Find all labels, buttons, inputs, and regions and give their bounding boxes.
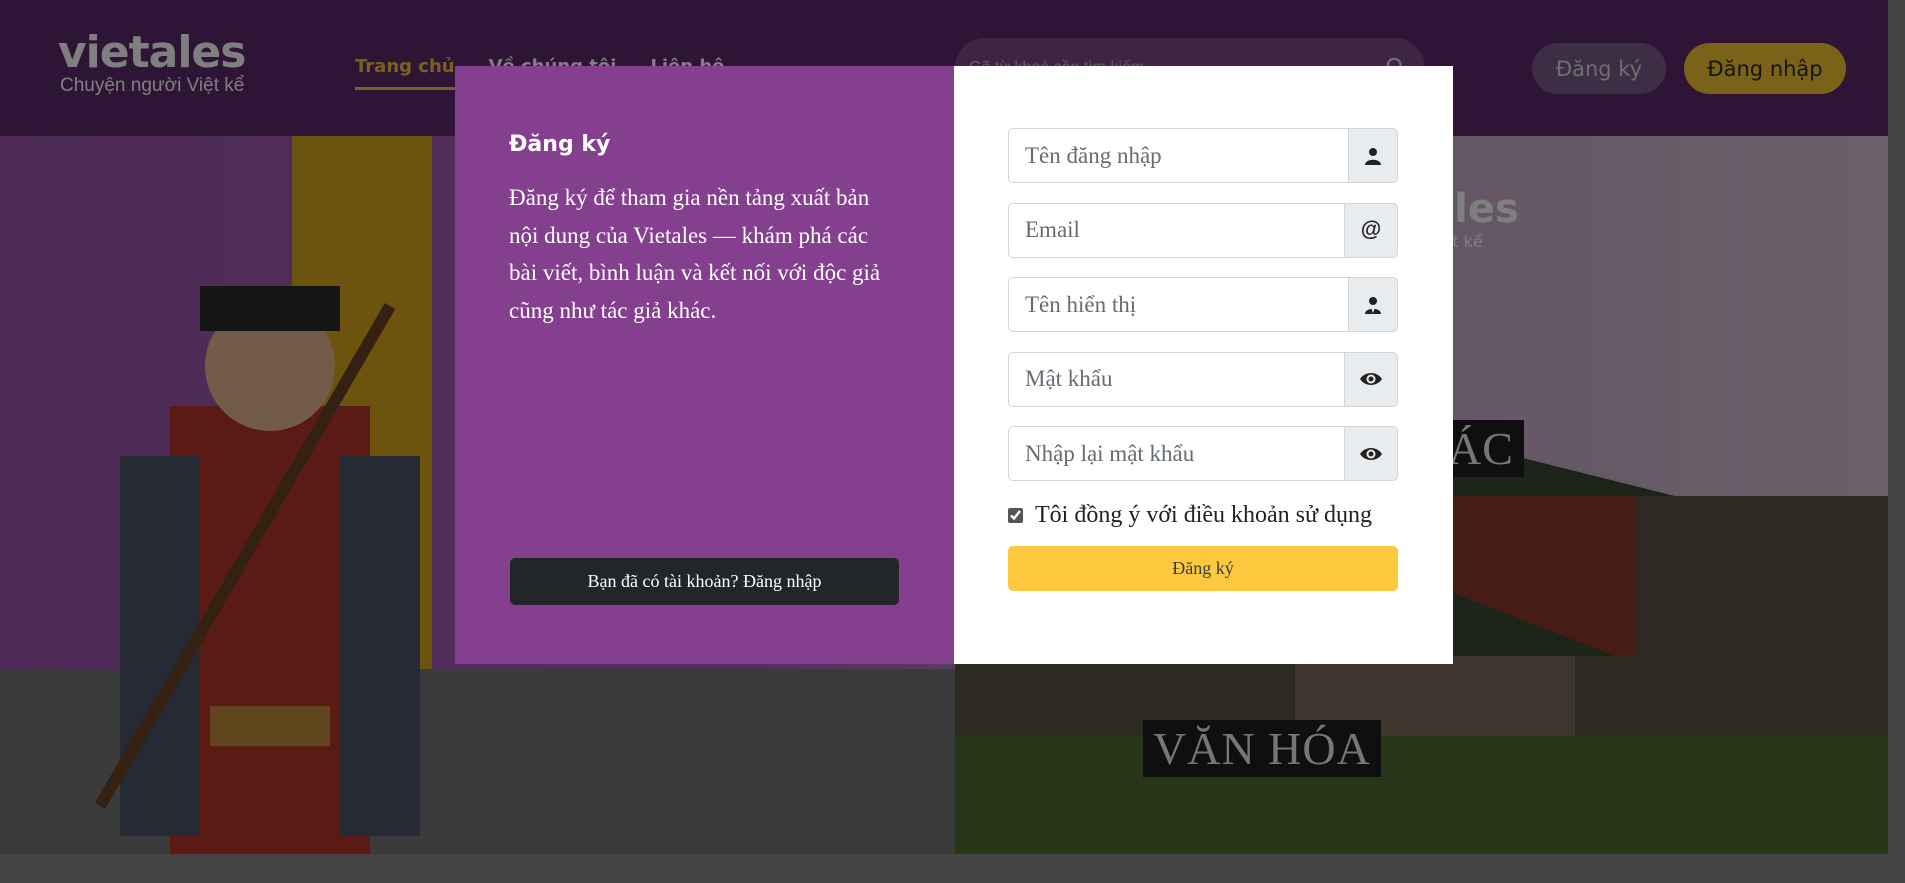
terms-label[interactable]: Tôi đồng ý với điều khoản sử dụng bbox=[1035, 502, 1372, 529]
password-field-group bbox=[1008, 351, 1398, 407]
terms-row: Tôi đồng ý với điều khoản sử dụng bbox=[1008, 501, 1398, 531]
terms-checkbox[interactable] bbox=[1008, 508, 1023, 523]
modal-title: Đăng ký bbox=[509, 132, 611, 157]
at-sign-icon: @ bbox=[1344, 202, 1398, 258]
username-field-group bbox=[1008, 128, 1398, 183]
password-input[interactable] bbox=[1008, 351, 1344, 407]
display-name-input[interactable] bbox=[1008, 277, 1348, 332]
eye-icon[interactable] bbox=[1344, 426, 1398, 481]
eye-icon[interactable] bbox=[1344, 351, 1398, 407]
modal-description: Đăng ký để tham gia nền tảng xuất bản nộ… bbox=[509, 185, 881, 323]
user-tie-icon bbox=[1348, 277, 1398, 332]
confirm-password-input[interactable] bbox=[1008, 426, 1344, 481]
modal-info-panel: Đăng ký Đăng ký để tham gia nền tảng xuấ… bbox=[455, 66, 954, 664]
email-input[interactable] bbox=[1008, 202, 1344, 258]
display-name-field-group bbox=[1008, 277, 1398, 332]
confirm-password-field-group bbox=[1008, 426, 1398, 481]
username-input[interactable] bbox=[1008, 128, 1348, 183]
switch-to-login-button[interactable]: Bạn đã có tài khoản? Đăng nhập bbox=[510, 558, 899, 605]
register-submit-button[interactable]: Đăng ký bbox=[1008, 545, 1398, 591]
register-form: @ Tôi đồng ý với điều khoản sử dụng Đăng… bbox=[954, 66, 1453, 664]
register-modal: Đăng ký Đăng ký để tham gia nền tảng xuấ… bbox=[455, 66, 1453, 664]
user-icon bbox=[1348, 128, 1398, 183]
email-field-group: @ bbox=[1008, 202, 1398, 258]
